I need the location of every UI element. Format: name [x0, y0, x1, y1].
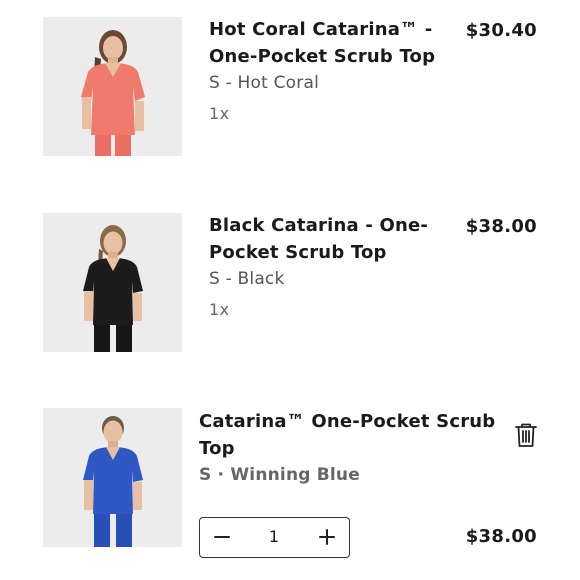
product-price: $30.40 [465, 20, 537, 41]
product-title[interactable]: Catarina™ One-Pocket Scrub Top [199, 408, 495, 462]
plus-icon [319, 529, 335, 545]
product-variant: S - Hot Coral [209, 73, 319, 93]
product-title[interactable]: Black Catarina - One- Pocket Scrub Top [209, 212, 428, 266]
cart-item-hot-coral: Hot Coral Catarina™ - One-Pocket Scrub T… [0, 0, 580, 200]
quantity-value[interactable]: 1 [245, 518, 303, 556]
product-price: $38.00 [465, 216, 537, 237]
cart-item-winning-blue: Catarina™ One-Pocket Scrub Top S · Winni… [0, 400, 580, 580]
increase-quantity-button[interactable] [307, 518, 347, 556]
quantity-stepper: 1 [199, 517, 350, 558]
product-image-black[interactable] [43, 213, 182, 352]
trash-icon[interactable] [514, 422, 538, 448]
product-quantity: 1x [209, 300, 230, 319]
decrease-quantity-button[interactable] [202, 518, 242, 556]
product-price: $38.00 [465, 526, 537, 547]
cart-item-black: Black Catarina - One- Pocket Scrub Top S… [0, 200, 580, 400]
product-quantity: 1x [209, 104, 230, 123]
minus-icon [214, 536, 230, 538]
product-title[interactable]: Hot Coral Catarina™ - One-Pocket Scrub T… [209, 16, 435, 70]
product-image-hot-coral[interactable] [43, 17, 182, 156]
product-variant: S - Black [209, 269, 285, 289]
product-variant: S · Winning Blue [199, 465, 360, 485]
product-image-winning-blue[interactable] [43, 408, 182, 547]
